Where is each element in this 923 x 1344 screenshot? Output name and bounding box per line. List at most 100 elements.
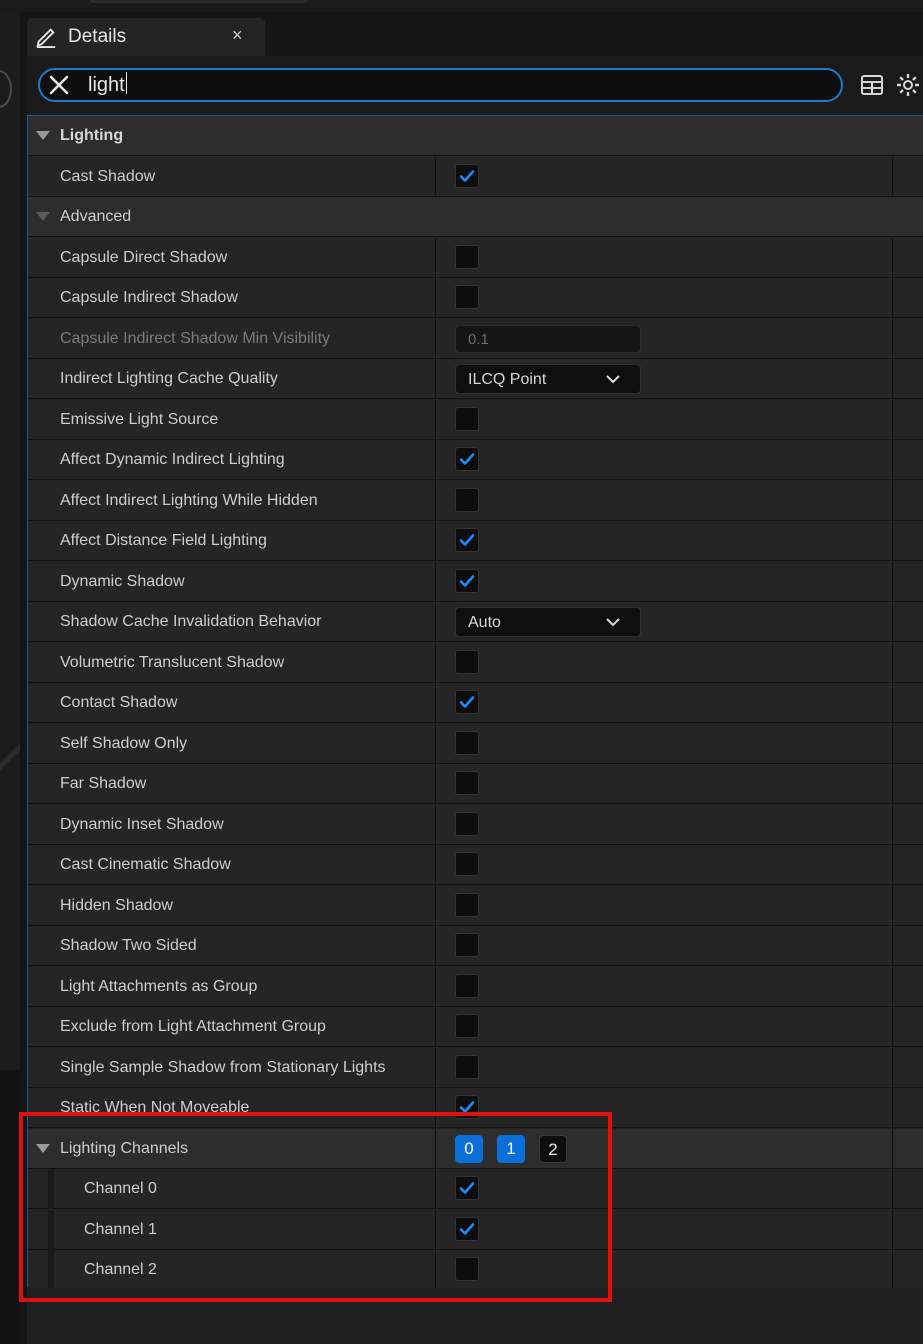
column-splitter[interactable] (435, 805, 436, 845)
expand-arrow-icon[interactable] (36, 212, 50, 221)
column-splitter[interactable] (435, 683, 436, 723)
column-splitter[interactable] (435, 1250, 436, 1290)
column-splitter[interactable] (435, 1007, 436, 1047)
checkbox-cast-shadow[interactable] (455, 164, 479, 188)
checkbox-channel-1[interactable] (455, 1217, 479, 1241)
column-splitter[interactable] (435, 319, 436, 359)
property-row-lighting[interactable]: Lighting (28, 116, 923, 156)
dropdown-shadow-cache-invalidation-behavior[interactable]: Auto (455, 607, 641, 637)
column-splitter[interactable] (435, 562, 436, 602)
checkbox-dynamic-shadow[interactable] (455, 569, 479, 593)
column-splitter[interactable] (435, 278, 436, 318)
reset-column-divider (892, 1007, 893, 1047)
reset-column-divider (892, 1169, 893, 1209)
property-row-affect-distance-field-lighting: Affect Distance Field Lighting (28, 521, 923, 561)
reset-column-divider (892, 805, 893, 845)
checkbox-affect-indirect-lighting-while-hidden[interactable] (455, 488, 479, 512)
expand-arrow-icon[interactable] (36, 131, 50, 140)
indent-guide (48, 1210, 54, 1250)
column-splitter[interactable] (435, 967, 436, 1007)
checkbox-hidden-shadow[interactable] (455, 893, 479, 917)
column-splitter[interactable] (435, 521, 436, 561)
column-splitter[interactable] (435, 1169, 436, 1209)
chevron-down-icon (606, 618, 620, 627)
channel-toggle-2[interactable]: 2 (539, 1135, 567, 1163)
checkbox-far-shadow[interactable] (455, 771, 479, 795)
column-splitter[interactable] (435, 238, 436, 278)
checkbox-volumetric-translucent-shadow[interactable] (455, 650, 479, 674)
number-value: 0.1 (468, 331, 489, 348)
top-scrollbar[interactable] (90, 0, 308, 3)
column-splitter[interactable] (435, 1088, 436, 1128)
checkmark-icon (459, 1182, 475, 1194)
column-splitter[interactable] (435, 1048, 436, 1088)
column-splitter[interactable] (435, 724, 436, 764)
expand-arrow-icon[interactable] (36, 1144, 50, 1153)
column-splitter[interactable] (435, 845, 436, 885)
reset-column-divider (892, 1048, 893, 1088)
checkbox-contact-shadow[interactable] (455, 690, 479, 714)
settings-gear-icon[interactable] (896, 73, 920, 97)
checkbox-dynamic-inset-shadow[interactable] (455, 812, 479, 836)
reset-column-divider (892, 238, 893, 278)
tab-title: Details (68, 26, 127, 47)
checkbox-channel-0[interactable] (455, 1176, 479, 1200)
checkbox-exclude-from-light-attachment-group[interactable] (455, 1014, 479, 1038)
reset-column-divider (892, 764, 893, 804)
property-row-channel-2: Channel 2 (28, 1250, 923, 1290)
panel-footer (27, 1288, 923, 1344)
property-label: Capsule Direct Shadow (60, 249, 228, 266)
reset-column-divider (892, 967, 893, 1007)
column-splitter[interactable] (435, 886, 436, 926)
checkbox-cast-cinematic-shadow[interactable] (455, 852, 479, 876)
property-row-light-attachments-as-group: Light Attachments as Group (28, 967, 923, 1007)
reset-column-divider (892, 1129, 893, 1169)
property-label: Shadow Two Sided (60, 937, 197, 954)
search-input[interactable]: light (38, 68, 843, 102)
column-splitter[interactable] (435, 1129, 436, 1169)
checkbox-channel-2[interactable] (455, 1257, 479, 1281)
checkbox-emissive-light-source[interactable] (455, 407, 479, 431)
checkbox-capsule-indirect-shadow[interactable] (455, 285, 479, 309)
checkmark-icon (459, 696, 475, 708)
tab-details[interactable]: Details × (27, 18, 265, 56)
property-row-self-shadow-only: Self Shadow Only (28, 724, 923, 764)
property-row-affect-indirect-lighting-while-hidden: Affect Indirect Lighting While Hidden (28, 481, 923, 521)
clear-search-icon[interactable] (48, 74, 70, 96)
column-splitter[interactable] (435, 481, 436, 521)
column-splitter[interactable] (435, 440, 436, 480)
number-field-capsule-indirect-shadow-min-visibility[interactable]: 0.1 (455, 325, 641, 353)
reset-column-divider (892, 643, 893, 683)
checkbox-affect-distance-field-lighting[interactable] (455, 528, 479, 552)
property-label: Static When Not Moveable (60, 1099, 250, 1116)
table-view-icon[interactable] (860, 73, 884, 97)
checkbox-static-when-not-moveable[interactable] (455, 1095, 479, 1119)
dropdown-indirect-lighting-cache-quality[interactable]: ILCQ Point (455, 364, 641, 394)
property-label: Emissive Light Source (60, 411, 219, 428)
column-splitter[interactable] (435, 764, 436, 804)
column-splitter[interactable] (435, 602, 436, 642)
column-splitter[interactable] (435, 157, 436, 197)
checkbox-shadow-two-sided[interactable] (455, 933, 479, 957)
checkbox-self-shadow-only[interactable] (455, 731, 479, 755)
column-splitter[interactable] (435, 1210, 436, 1250)
reset-column-divider (892, 1250, 893, 1290)
property-row-emissive-light-source: Emissive Light Source (28, 400, 923, 440)
column-splitter[interactable] (435, 400, 436, 440)
column-splitter[interactable] (435, 359, 436, 399)
property-label: Capsule Indirect Shadow (60, 289, 238, 306)
viewport-grid-line (0, 642, 20, 872)
property-label: Dynamic Shadow (60, 573, 185, 590)
checkmark-icon (459, 1223, 475, 1235)
close-icon[interactable]: × (232, 25, 243, 46)
column-splitter[interactable] (435, 926, 436, 966)
channel-toggle-1[interactable]: 1 (497, 1135, 525, 1163)
property-row-advanced[interactable]: Advanced (28, 197, 923, 237)
checkbox-light-attachments-as-group[interactable] (455, 974, 479, 998)
channel-toggle-0[interactable]: 0 (455, 1135, 483, 1163)
checkbox-affect-dynamic-indirect-lighting[interactable] (455, 447, 479, 471)
column-splitter[interactable] (435, 643, 436, 683)
checkbox-capsule-direct-shadow[interactable] (455, 245, 479, 269)
checkbox-single-sample-shadow-from-stationary-lights[interactable] (455, 1055, 479, 1079)
search-value: light (88, 72, 127, 96)
